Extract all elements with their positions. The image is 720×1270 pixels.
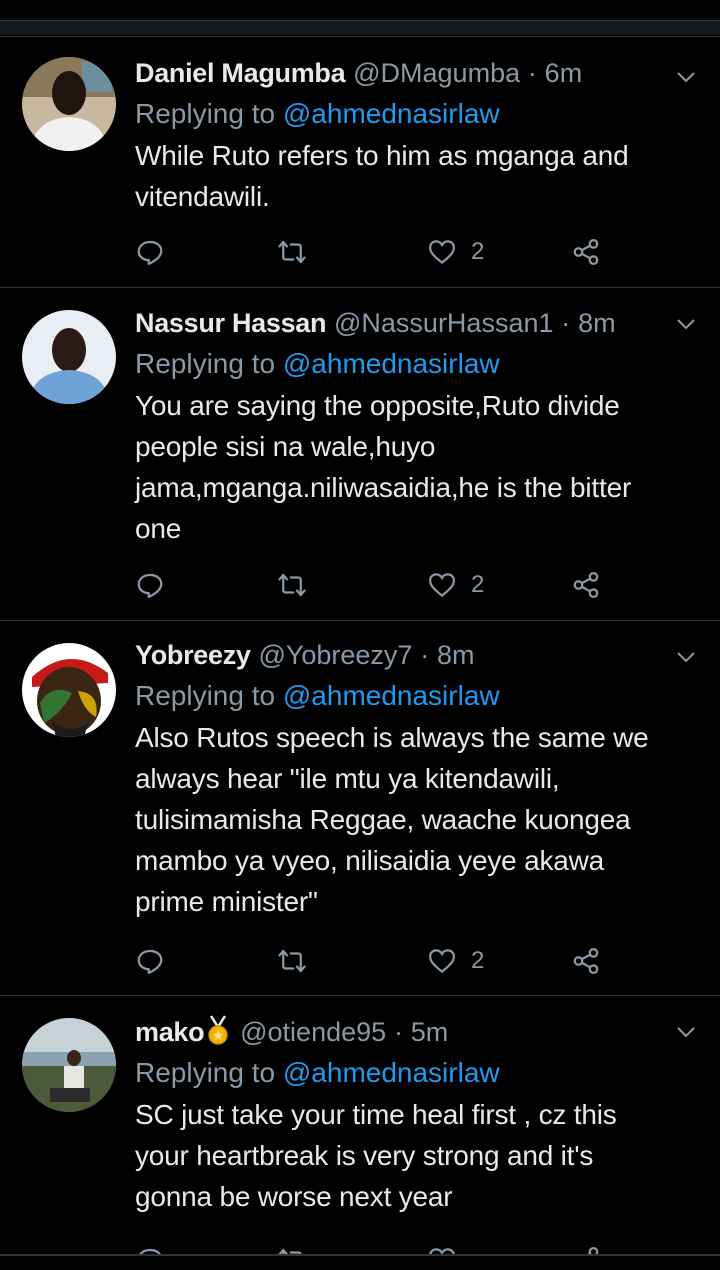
reply-icon bbox=[137, 240, 163, 265]
like-count: 2 bbox=[471, 571, 485, 598]
tweet-header: Daniel Magumba @DMagumba · 6m bbox=[135, 53, 700, 93]
tweet-actions: 2 bbox=[135, 941, 605, 981]
display-name[interactable]: Yobreezy bbox=[135, 640, 251, 670]
share-button[interactable] bbox=[571, 1240, 601, 1255]
tweet-text-line: mambo ya vyeo, nilisaidia yeye akawa bbox=[135, 845, 605, 876]
reply-icon bbox=[137, 573, 163, 598]
tweet-text-line: While Ruto refers to him as mganga and bbox=[135, 140, 629, 171]
avatar[interactable] bbox=[22, 643, 116, 737]
retweet-button[interactable] bbox=[277, 941, 307, 981]
like-button[interactable]: 2 bbox=[427, 232, 484, 272]
chevron-down-icon[interactable] bbox=[674, 645, 698, 669]
mention-link[interactable]: @ahmednasirlaw bbox=[283, 348, 500, 379]
tweet-text-line: people sisi na wale,huyo bbox=[135, 431, 436, 462]
separator-dot: · bbox=[527, 58, 537, 88]
avatar[interactable] bbox=[22, 57, 116, 151]
user-handle[interactable]: @otiende95 bbox=[240, 1017, 386, 1047]
replying-to-line: Replying to @ahmednasirlaw bbox=[135, 93, 700, 135]
timestamp[interactable]: 5m bbox=[411, 1017, 449, 1047]
like-button[interactable]: 2 bbox=[427, 565, 484, 605]
avatar[interactable] bbox=[22, 1018, 116, 1112]
like-button[interactable]: 2 bbox=[427, 941, 484, 981]
tweet-actions: 2 bbox=[135, 232, 605, 272]
timestamp[interactable]: 8m bbox=[578, 308, 616, 338]
mention-link[interactable]: @ahmednasirlaw bbox=[283, 680, 500, 711]
tweet-text: You are saying the opposite,Ruto divide … bbox=[135, 385, 700, 549]
tweet-text-line: vitendawili. bbox=[135, 181, 270, 212]
reply-button[interactable] bbox=[135, 232, 165, 272]
separator-dot: · bbox=[420, 640, 430, 670]
replying-to-line: Replying to @ahmednasirlaw bbox=[135, 343, 700, 385]
tweet-text-line: one bbox=[135, 513, 182, 544]
retweet-icon bbox=[278, 949, 306, 973]
user-handle[interactable]: @Yobreezy7 bbox=[258, 640, 412, 670]
tweet-text-line: gonna be worse next year bbox=[135, 1181, 453, 1212]
tweet-text: SC just take your time heal first , cz t… bbox=[135, 1094, 700, 1217]
mention-link[interactable]: @ahmednasirlaw bbox=[283, 98, 500, 129]
heart-icon bbox=[428, 949, 456, 974]
tweet-text-line: tulisimamisha Reggae, waache kuongea bbox=[135, 804, 631, 835]
tweet-text-line: SC just take your time heal first , cz t… bbox=[135, 1099, 617, 1130]
share-icon bbox=[573, 239, 599, 265]
share-button[interactable] bbox=[571, 232, 601, 272]
display-name[interactable]: Daniel Magumba bbox=[135, 58, 346, 88]
tweet-text-line: prime minister" bbox=[135, 886, 318, 917]
retweet-button[interactable] bbox=[277, 232, 307, 272]
tweet-header: Nassur Hassan @NassurHassan1 · 8m bbox=[135, 303, 700, 343]
retweet-icon bbox=[278, 573, 306, 597]
chevron-down-icon[interactable] bbox=[674, 1020, 698, 1044]
user-handle[interactable]: @NassurHassan1 bbox=[334, 308, 554, 338]
timestamp[interactable]: 6m bbox=[545, 58, 583, 88]
replying-prefix: Replying to bbox=[135, 1057, 276, 1088]
replying-to-line: Replying to @ahmednasirlaw bbox=[135, 1052, 700, 1094]
timestamp[interactable]: 8m bbox=[437, 640, 475, 670]
separator-dot: · bbox=[561, 308, 571, 338]
share-icon bbox=[573, 948, 599, 974]
user-handle[interactable]: @DMagumba bbox=[353, 58, 520, 88]
tweet-text-line: jama,mganga.niliwasaidia,he is the bitte… bbox=[135, 472, 632, 503]
chevron-down-icon[interactable] bbox=[674, 65, 698, 89]
like-count: 2 bbox=[471, 947, 485, 974]
tweet-item[interactable]: Daniel Magumba @DMagumba · 6m Replying t… bbox=[0, 36, 720, 287]
reply-icon bbox=[137, 949, 163, 974]
reply-button[interactable] bbox=[135, 1240, 165, 1255]
tweet-item[interactable]: mako @otiende95 · 5m Replying to @ahmedn… bbox=[0, 995, 720, 1255]
tweet-item[interactable]: Nassur Hassan @NassurHassan1 · 8m Replyi… bbox=[0, 287, 720, 620]
tweet-text-line: Also Rutos speech is always the same we bbox=[135, 722, 649, 753]
reply-button[interactable] bbox=[135, 941, 165, 981]
replying-prefix: Replying to bbox=[135, 348, 276, 379]
tweet-text-line: You are saying the opposite,Ruto divide bbox=[135, 390, 620, 421]
avatar[interactable] bbox=[22, 310, 116, 404]
like-button[interactable] bbox=[427, 1240, 457, 1255]
share-icon bbox=[573, 572, 599, 598]
tweet-header: Yobreezy @Yobreezy7 · 8m bbox=[135, 635, 700, 675]
tweet-actions: 2 bbox=[135, 565, 605, 605]
mention-link[interactable]: @ahmednasirlaw bbox=[283, 1057, 500, 1088]
tweet-text-line: always hear "ile mtu ya kitendawili, bbox=[135, 763, 560, 794]
tweet-text: While Ruto refers to him as mganga and v… bbox=[135, 135, 700, 217]
chevron-down-icon[interactable] bbox=[674, 312, 698, 336]
tweet-text-line: your heartbreak is very strong and it's bbox=[135, 1140, 594, 1171]
replying-to-line: Replying to @ahmednasirlaw bbox=[135, 675, 700, 717]
retweet-button[interactable] bbox=[277, 1240, 307, 1255]
retweet-button[interactable] bbox=[277, 565, 307, 605]
share-button[interactable] bbox=[571, 565, 601, 605]
top-edge bbox=[0, 0, 720, 36]
display-name[interactable]: Nassur Hassan bbox=[135, 308, 327, 338]
heart-icon bbox=[428, 573, 456, 598]
separator-dot: · bbox=[393, 1017, 403, 1047]
heart-icon bbox=[428, 240, 456, 265]
retweet-icon bbox=[278, 240, 306, 264]
tweet-header: mako @otiende95 · 5m bbox=[135, 1012, 700, 1052]
medal-icon bbox=[208, 1015, 229, 1045]
tweet-text: Also Rutos speech is always the same we … bbox=[135, 717, 700, 922]
replying-prefix: Replying to bbox=[135, 98, 276, 129]
reply-button[interactable] bbox=[135, 565, 165, 605]
share-button[interactable] bbox=[571, 941, 601, 981]
tweet-actions bbox=[135, 1240, 605, 1255]
tweet-item[interactable]: Yobreezy @Yobreezy7 · 8m Replying to @ah… bbox=[0, 620, 720, 995]
replying-prefix: Replying to bbox=[135, 680, 276, 711]
like-count: 2 bbox=[471, 238, 485, 265]
display-name[interactable]: mako bbox=[135, 1017, 205, 1047]
